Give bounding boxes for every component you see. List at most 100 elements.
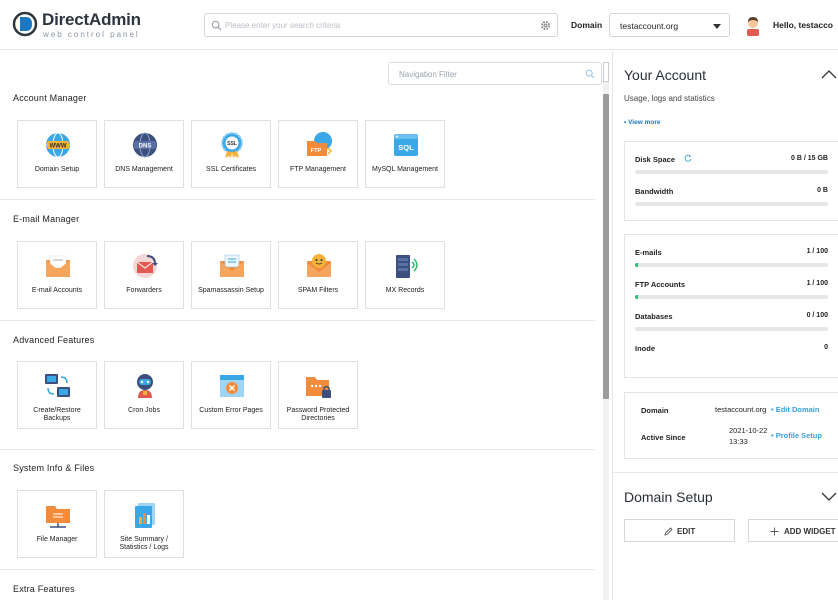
section-title-email-manager: E-mail Manager: [13, 214, 80, 224]
error-page-icon: [220, 375, 244, 397]
tile-mx-records[interactable]: MX Records: [365, 241, 445, 309]
active-since-time: 13:33: [729, 437, 748, 446]
your-account-title: Your Account: [624, 67, 706, 83]
domain-select-value: testaccount.org: [620, 21, 679, 31]
tile-label: Domain Setup: [34, 166, 80, 173]
plus-icon: [770, 527, 779, 536]
tile-spamassassin-setup[interactable]: Spamassassin Setup: [191, 241, 271, 309]
usage-card: E-mails 1 / 100 FTP Accounts 1 / 100 Dat…: [624, 234, 838, 378]
tile-label: SSL Certificates: [206, 166, 256, 173]
tile-label: Forwarders: [126, 287, 162, 294]
top-bar: DirectAdmin web control panel Domain tes…: [0, 0, 838, 50]
inode-value: 0: [824, 344, 828, 351]
forward-mail-icon: [133, 254, 158, 278]
disk-bandwidth-card: Disk Space 0 B / 15 GB Bandwidth 0 B: [624, 141, 838, 221]
ssl-badge-icon: SSL: [221, 132, 243, 158]
section-title-system-info-files: System Info & Files: [13, 463, 95, 473]
scrollbar-thumb[interactable]: [603, 94, 609, 399]
svg-text:WWW: WWW: [50, 144, 67, 150]
search-icon: [585, 69, 595, 79]
svg-text:DNS: DNS: [139, 144, 152, 150]
tile-label: Create/Restore Backups: [33, 407, 81, 422]
navigation-filter: [388, 62, 602, 85]
view-more-link[interactable]: • View more: [624, 119, 660, 126]
tile-email-accounts[interactable]: E-mail Accounts: [17, 241, 97, 309]
tile-ftp-management[interactable]: FTP FTP Management: [278, 120, 358, 188]
sql-database-icon: SQL: [394, 134, 418, 156]
logo-mark-icon: [12, 11, 38, 37]
tile-label: File Manager: [36, 536, 78, 543]
directadmin-logo[interactable]: DirectAdmin web control panel: [12, 9, 142, 41]
section-title-advanced-features: Advanced Features: [13, 335, 95, 345]
chevron-up-icon[interactable]: [821, 69, 837, 79]
edit-button-label: EDIT: [677, 527, 696, 536]
databases-value: 0 / 100: [806, 312, 828, 319]
account-info-card: Domain testaccount.org • Edit Domain Act…: [624, 392, 838, 459]
tile-forwarders[interactable]: Forwarders: [104, 241, 184, 309]
section-divider: [0, 449, 595, 450]
refresh-icon[interactable]: [684, 154, 692, 162]
bandwidth-label: Bandwidth: [635, 187, 674, 196]
search-icon: [211, 20, 222, 31]
tile-label: DNS Management: [115, 166, 173, 173]
globe-www-icon: WWW: [46, 132, 70, 158]
backup-monitors-icon: [45, 374, 70, 397]
scrollbar-top: [603, 62, 609, 82]
section-title-account-manager: Account Manager: [13, 93, 87, 103]
account-sidebar: Your Account Usage, logs and statistics …: [612, 51, 838, 600]
disk-space-progress-bar: [635, 170, 828, 174]
tile-label: E-mail Accounts: [31, 287, 83, 294]
tile-label: Password Protected Directories: [286, 407, 350, 422]
ftp-accounts-progress-fill: [635, 295, 638, 299]
tile-ssl-certificates[interactable]: SSL SSL Certificates: [191, 120, 271, 188]
logo-name: DirectAdmin: [42, 10, 141, 29]
user-greeting[interactable]: Hello, testacco: [773, 20, 833, 30]
search-input[interactable]: [225, 17, 535, 33]
navigation-filter-input[interactable]: [399, 67, 579, 81]
tile-mysql-management[interactable]: SQL MySQL Management: [365, 120, 445, 188]
active-since-date: 2021-10-22: [729, 426, 768, 435]
edit-domain-link[interactable]: • Edit Domain: [771, 405, 819, 414]
section-divider: [0, 569, 595, 570]
spam-envelope-icon: [220, 254, 244, 277]
bandwidth-value: 0 B: [817, 187, 828, 194]
tile-password-protected-directories[interactable]: Password Protected Directories: [278, 361, 358, 429]
active-since-label: Active Since: [641, 433, 686, 442]
chevron-down-icon[interactable]: [821, 492, 837, 502]
navigation-panel: Account Manager WWW Domain Setup DNS DNS…: [0, 51, 612, 600]
tile-label: SPAM Filters: [297, 287, 339, 294]
edit-button[interactable]: EDIT: [624, 519, 735, 542]
dns-globe-icon: DNS: [133, 132, 157, 158]
add-widget-button[interactable]: ADD WIDGET: [748, 519, 838, 542]
tile-create-restore-backups[interactable]: Create/Restore Backups: [17, 361, 97, 429]
tile-label: FTP Management: [290, 166, 346, 173]
tile-custom-error-pages[interactable]: Custom Error Pages: [191, 361, 271, 429]
emails-value: 1 / 100: [806, 248, 828, 255]
gear-icon[interactable]: [540, 20, 551, 31]
emails-progress-bar: [635, 263, 828, 267]
caret-down-icon: [713, 24, 721, 29]
databases-progress-bar: [635, 327, 828, 331]
tile-label: Spamassassin Setup: [198, 287, 264, 294]
section-divider: [613, 472, 838, 473]
tile-file-manager[interactable]: File Manager: [17, 490, 97, 558]
tile-cron-jobs[interactable]: Cron Jobs: [104, 361, 184, 429]
databases-label: Databases: [635, 312, 673, 321]
tile-label: MX Records: [385, 287, 425, 294]
section-divider: [0, 199, 595, 200]
profile-setup-link[interactable]: • Profile Setup: [771, 431, 822, 440]
statistics-icon: [135, 503, 155, 528]
tile-spam-filters[interactable]: SPAM Filters: [278, 241, 358, 309]
tile-site-summary-statistics-logs[interactable]: Site Summary / Statistics / Logs: [104, 490, 184, 558]
domain-select[interactable]: testaccount.org: [609, 13, 730, 37]
cron-robot-icon: [137, 374, 153, 398]
mx-server-icon: [396, 255, 418, 278]
ftp-accounts-value: 1 / 100: [806, 280, 828, 287]
domain-setup-panel-title: Domain Setup: [624, 489, 713, 505]
tile-dns-management[interactable]: DNS DNS Management: [104, 120, 184, 188]
pencil-icon: [664, 527, 673, 536]
tile-domain-setup[interactable]: WWW Domain Setup: [17, 120, 97, 188]
svg-text:SSL: SSL: [227, 141, 237, 147]
tile-label: Cron Jobs: [128, 407, 160, 414]
user-avatar-icon[interactable]: [743, 14, 763, 36]
